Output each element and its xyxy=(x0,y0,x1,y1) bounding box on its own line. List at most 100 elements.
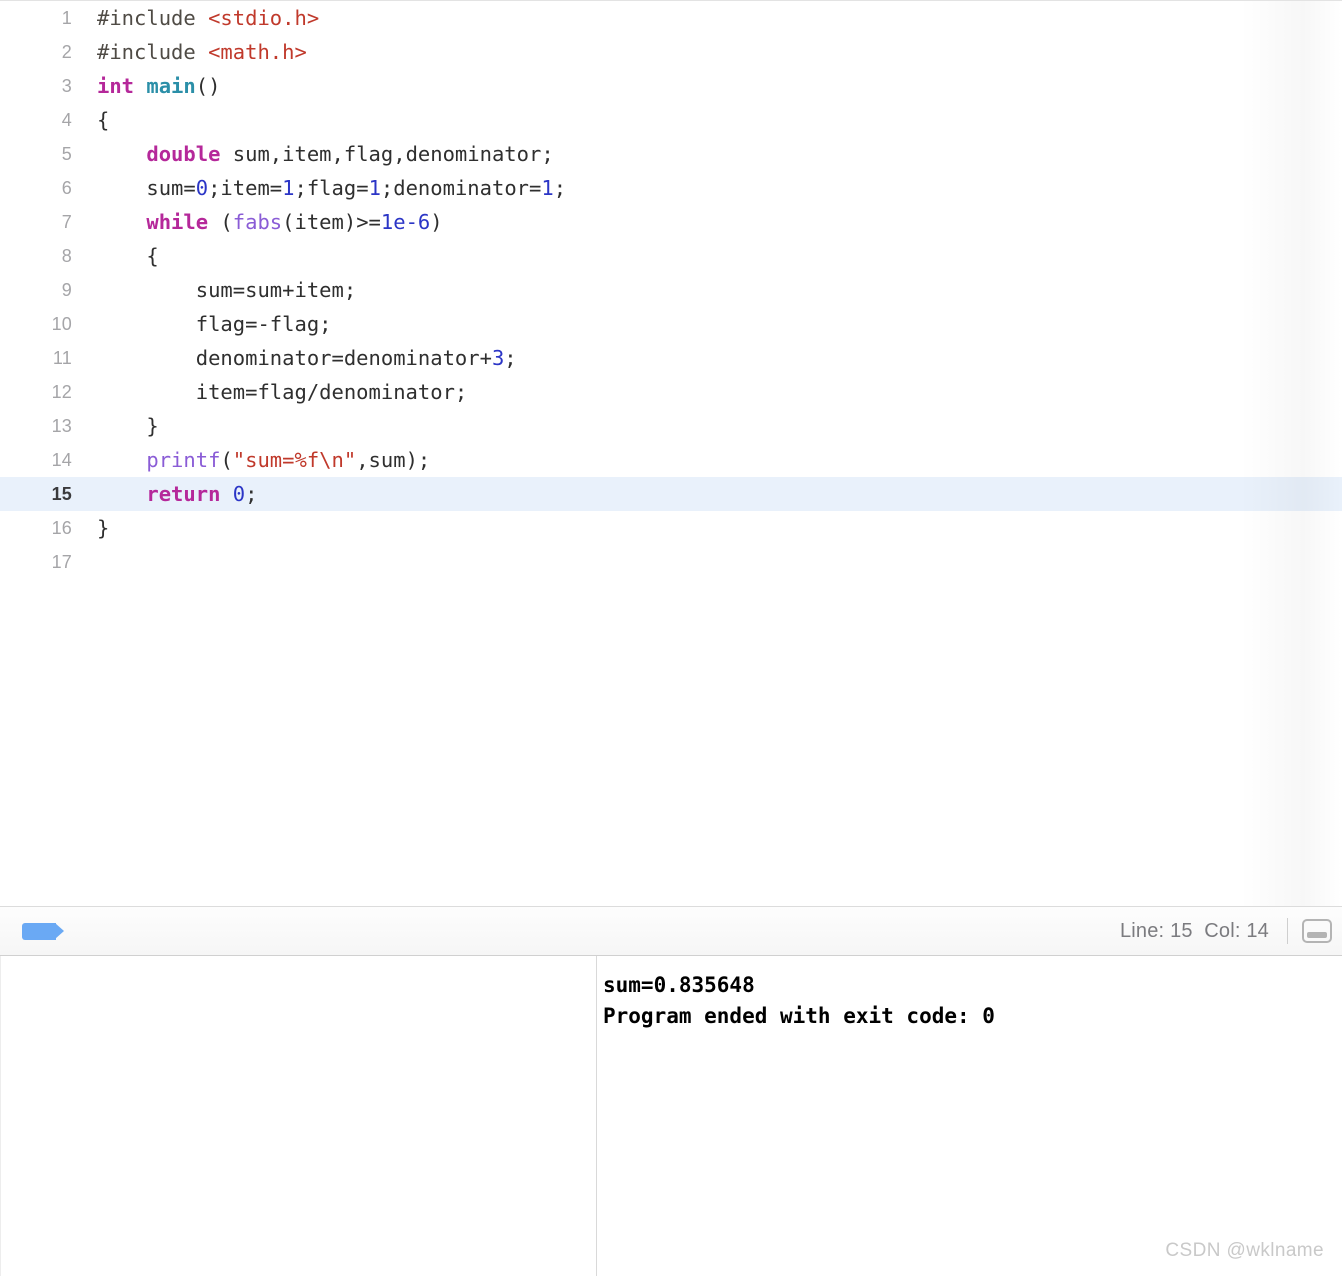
code-line[interactable]: 11 denominator=denominator+3; xyxy=(0,341,1342,375)
code-line[interactable]: 10 flag=-flag; xyxy=(0,307,1342,341)
code-line-source: item=flag/denominator; xyxy=(97,375,468,409)
line-number: 2 xyxy=(61,42,72,62)
code-line[interactable]: 12 item=flag/denominator; xyxy=(0,375,1342,409)
line-number: 17 xyxy=(51,552,72,572)
code-line-source: } xyxy=(97,409,159,443)
code-token-plain: { xyxy=(97,108,110,132)
code-token-num: 1 xyxy=(541,176,554,200)
code-token-num: 0 xyxy=(232,482,246,506)
code-token-plain: ;flag= xyxy=(294,176,369,200)
code-lines-container[interactable]: 1 #include <stdio.h> 2 #include <math.h> 3 in… xyxy=(0,1,1342,579)
code-token-plain: ;item= xyxy=(208,176,283,200)
code-token-plain: () xyxy=(195,74,221,98)
code-line[interactable]: 7 while (fabs(item)>=1e-6) xyxy=(0,205,1342,239)
line-number: 9 xyxy=(61,280,72,300)
code-line-source: int main() xyxy=(97,69,220,103)
console-output-line: Program ended with exit code: 0 xyxy=(603,1004,995,1028)
code-editor-pane[interactable]: 1 #include <stdio.h> 2 #include <math.h> 3 in… xyxy=(0,0,1342,906)
watermark-label: CSDN @wklname xyxy=(1165,1240,1324,1261)
code-token-kw: int xyxy=(97,74,135,98)
code-token-plain: ;denominator= xyxy=(380,176,542,200)
code-token-plain: ; xyxy=(504,346,517,370)
code-token-plain: ( xyxy=(208,210,233,234)
code-token-plain: ; xyxy=(553,176,567,200)
code-token-plain: flag=-flag; xyxy=(97,312,332,336)
code-token-num: 1 xyxy=(368,176,381,200)
code-token-plain: item=flag/denominator; xyxy=(97,380,468,404)
code-line-source: { xyxy=(97,103,109,137)
code-token-plain: sum,item,flag,denominator; xyxy=(220,142,554,166)
console-output-pane[interactable]: sum=0.835648 Program ended with exit cod… xyxy=(596,956,1342,1276)
code-line[interactable]: 8 { xyxy=(0,239,1342,273)
breadcrumb-tag-icon[interactable] xyxy=(22,922,64,940)
code-token-plain: { xyxy=(97,244,159,268)
code-token-call: printf xyxy=(146,448,221,472)
code-line-source: return 0; xyxy=(97,477,257,511)
line-number: 8 xyxy=(61,246,72,266)
code-line[interactable]: 13 } xyxy=(0,409,1342,443)
code-token-plain: sum=sum+item; xyxy=(97,278,357,302)
code-line[interactable]: 9 sum=sum+item; xyxy=(0,273,1342,307)
code-line[interactable]: 2 #include <math.h> xyxy=(0,35,1342,69)
status-bar-right-group: Line: 15 Col: 14 xyxy=(1120,907,1342,955)
code-token-num: 1 xyxy=(282,176,295,200)
line-number: 1 xyxy=(61,8,72,28)
code-line[interactable]: 15 return 0; xyxy=(0,477,1342,511)
status-bar-divider xyxy=(1287,918,1288,944)
code-token-hdr: <stdio.h> xyxy=(208,6,320,30)
code-line[interactable]: 4{ xyxy=(0,103,1342,137)
code-line[interactable]: 5 double sum,item,flag,denominator; xyxy=(0,137,1342,171)
code-line[interactable]: 1 #include <stdio.h> xyxy=(0,1,1342,35)
line-number: 15 xyxy=(51,484,72,504)
editor-status-bar: Line: 15 Col: 14 xyxy=(0,906,1342,956)
code-token-kw: while xyxy=(146,210,209,234)
code-line[interactable]: 6 sum=0;item=1;flag=1;denominator=1; xyxy=(0,171,1342,205)
code-token-hdr: <math.h> xyxy=(208,40,307,64)
code-line-source: denominator=denominator+3; xyxy=(97,341,517,375)
line-number: 7 xyxy=(61,212,72,232)
code-token-pp: #include xyxy=(97,6,209,30)
code-token-plain: } xyxy=(97,516,110,540)
code-line-source: } xyxy=(97,511,109,545)
code-token-plain: ; xyxy=(245,482,258,506)
code-token-call: fabs xyxy=(232,210,283,234)
code-line-source: printf("sum=%f\n",sum); xyxy=(97,443,430,477)
code-token-plain: denominator=denominator+ xyxy=(97,346,492,370)
line-number: 13 xyxy=(51,416,72,436)
line-number: 4 xyxy=(61,110,72,130)
code-line-source: sum=0;item=1;flag=1;denominator=1; xyxy=(97,171,566,205)
code-token-plain: sum= xyxy=(97,176,196,200)
code-token-num: 0 xyxy=(195,176,209,200)
code-token-fnname: main xyxy=(146,74,196,98)
code-line[interactable]: 17 xyxy=(0,545,1342,579)
code-token-kw: double xyxy=(146,142,221,166)
debug-variables-pane[interactable] xyxy=(0,956,596,1276)
line-number: 16 xyxy=(51,518,72,538)
code-token-plain: } xyxy=(97,414,159,438)
cursor-position-label: Line: 15 Col: 14 xyxy=(1119,919,1269,942)
code-line[interactable]: 16} xyxy=(0,511,1342,545)
code-line-source: double sum,item,flag,denominator; xyxy=(97,137,554,171)
code-line-source: #include <math.h> xyxy=(97,35,307,69)
line-number: 10 xyxy=(51,314,72,334)
code-line[interactable]: 14 printf("sum=%f\n",sum); xyxy=(0,443,1342,477)
line-number: 6 xyxy=(61,178,72,198)
line-number: 11 xyxy=(52,348,72,368)
code-token-pp: #include xyxy=(97,40,209,64)
line-number: 5 xyxy=(61,144,72,164)
code-line-source: flag=-flag; xyxy=(97,307,332,341)
code-token-str: "sum=%f\n" xyxy=(232,448,357,472)
line-number: 3 xyxy=(61,76,72,96)
console-panel-toggle-icon[interactable] xyxy=(1302,919,1332,943)
console-output-line: sum=0.835648 xyxy=(603,973,755,997)
code-line[interactable]: 3 int main() xyxy=(0,69,1342,103)
code-token-num: 1e-6 xyxy=(380,210,431,234)
code-token-plain: ) xyxy=(430,210,443,234)
code-line-source: { xyxy=(97,239,159,273)
code-token-plain: ( xyxy=(220,448,233,472)
code-line-source: sum=sum+item; xyxy=(97,273,356,307)
